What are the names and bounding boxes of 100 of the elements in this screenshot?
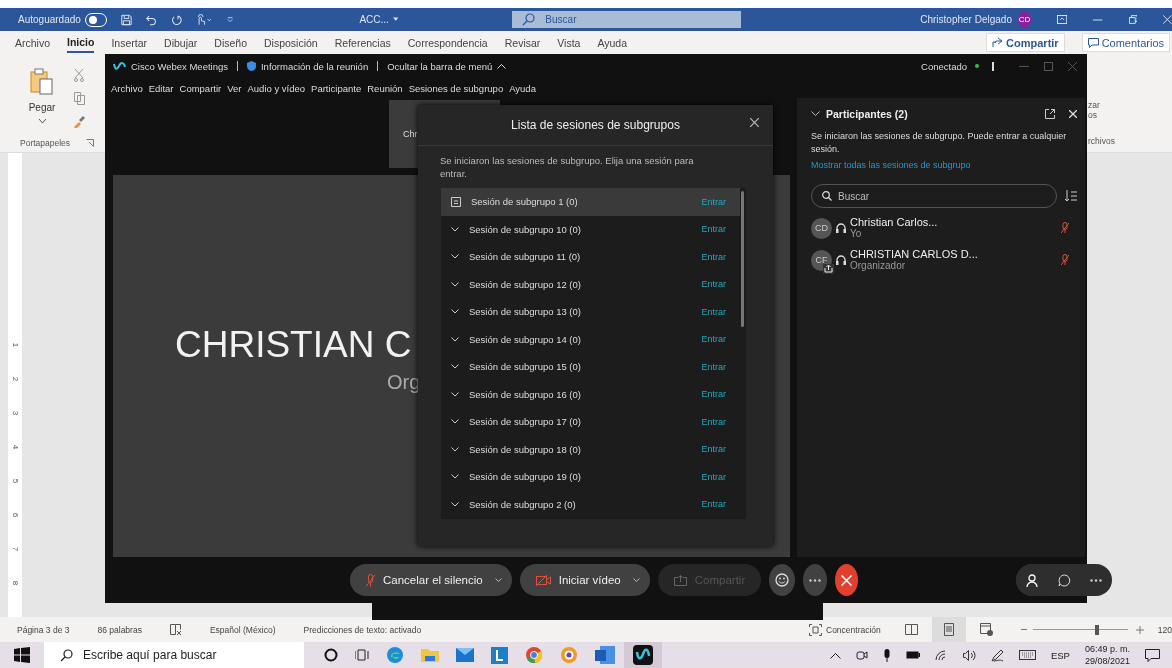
meeting-info-link[interactable]: Información de la reunión bbox=[261, 60, 369, 72]
minimize-icon[interactable] bbox=[1019, 65, 1029, 67]
focus-button[interactable]: Concentración bbox=[809, 623, 881, 636]
caret-icon[interactable] bbox=[38, 119, 46, 123]
show-sessions-link[interactable]: Mostrar todas las sesiones de subgrupo bbox=[811, 160, 1077, 170]
search-field[interactable]: Buscar bbox=[512, 11, 742, 28]
webex-taskbar-button[interactable] bbox=[624, 642, 662, 668]
format-painter-icon[interactable] bbox=[72, 115, 86, 128]
pop-out-icon[interactable] bbox=[1045, 109, 1055, 119]
session-row[interactable]: Sesión de subgrupo 12 (0) Entrar bbox=[441, 270, 740, 298]
browser-icon[interactable] bbox=[560, 646, 578, 664]
restore-icon[interactable] bbox=[1128, 14, 1138, 25]
pen-icon[interactable] bbox=[990, 648, 1004, 662]
chrome-icon[interactable] bbox=[525, 646, 543, 664]
session-row[interactable]: Sesión de subgrupo 13 (0) Entrar bbox=[441, 298, 740, 326]
chevron-down-icon[interactable] bbox=[811, 111, 820, 117]
session-row[interactable]: Sesión de subgrupo 16 (0) Entrar bbox=[441, 380, 740, 408]
language-indicator[interactable]: ESP bbox=[1050, 649, 1070, 661]
status-item[interactable]: Predicciones de texto: activado bbox=[303, 624, 422, 635]
reactions-button[interactable] bbox=[769, 564, 796, 596]
zoom-percent[interactable]: 120 bbox=[1157, 624, 1172, 635]
zoom-thumb[interactable] bbox=[1095, 624, 1100, 635]
ribbon-tab[interactable]: Diseño bbox=[214, 33, 247, 52]
ribbon-tab[interactable]: Referencias bbox=[334, 33, 391, 52]
cortana-icon[interactable] bbox=[324, 648, 338, 662]
menu-item[interactable]: Sesiones de subgrupo bbox=[408, 82, 504, 94]
status-item[interactable]: Página 3 de 3 bbox=[17, 624, 70, 635]
session-row[interactable]: Sesión de subgrupo 17 (0) Entrar bbox=[441, 408, 740, 436]
maximize-icon[interactable] bbox=[1044, 61, 1053, 71]
keyboard-icon[interactable] bbox=[1018, 650, 1036, 660]
taskbar-search-field[interactable]: Escribe aquí para buscar bbox=[44, 642, 304, 668]
volume-icon[interactable] bbox=[962, 649, 976, 661]
menu-item[interactable]: Editar bbox=[148, 82, 174, 94]
app-l-icon[interactable] bbox=[491, 646, 508, 664]
menu-item[interactable]: Reunión bbox=[367, 82, 403, 94]
session-row[interactable]: Sesión de subgrupo 14 (0) Entrar bbox=[441, 325, 740, 353]
web-layout-icon[interactable] bbox=[979, 623, 993, 636]
session-row[interactable]: Sesión de subgrupo 19 (0) Entrar bbox=[441, 463, 740, 491]
clock-time[interactable]: 06:49 p. m. bbox=[1084, 643, 1130, 655]
scrollbar[interactable] bbox=[741, 191, 744, 327]
hide-menu-link[interactable]: Ocultar la barra de menú bbox=[387, 60, 493, 72]
enter-link[interactable]: Entrar bbox=[701, 416, 726, 427]
session-row[interactable]: Sesión de subgrupo 15 (0) Entrar bbox=[441, 353, 740, 381]
session-row[interactable]: Sesión de subgrupo 1 (0) Entrar bbox=[441, 188, 740, 216]
customize-caret-icon[interactable] bbox=[227, 15, 234, 24]
sort-icon[interactable] bbox=[1065, 190, 1077, 202]
chevron-up-icon[interactable] bbox=[829, 651, 841, 659]
notifications-icon[interactable] bbox=[1145, 648, 1160, 662]
edge-icon[interactable] bbox=[386, 646, 404, 664]
ribbon-tab[interactable]: Inicio bbox=[67, 32, 95, 53]
enter-link[interactable]: Entrar bbox=[701, 389, 726, 400]
status-item[interactable]: 86 palabras bbox=[97, 624, 142, 635]
enter-link[interactable]: Entrar bbox=[701, 444, 726, 455]
enter-link[interactable]: Entrar bbox=[701, 306, 726, 317]
enter-link[interactable]: Entrar bbox=[701, 279, 726, 290]
video-button[interactable]: Iniciar vídeo bbox=[519, 564, 650, 596]
zoom-in-icon[interactable] bbox=[1135, 625, 1144, 634]
ribbon-tab[interactable]: Disposición bbox=[264, 33, 318, 52]
save-icon[interactable] bbox=[121, 12, 133, 27]
comments-button[interactable]: Comentarios bbox=[1081, 33, 1170, 52]
enter-link[interactable]: Entrar bbox=[701, 196, 726, 207]
touch-mode-icon[interactable] bbox=[196, 12, 214, 27]
meet-now-icon[interactable] bbox=[855, 649, 868, 661]
copy-icon[interactable] bbox=[73, 92, 85, 105]
document-name[interactable]: ACC... bbox=[359, 14, 389, 25]
mute-button[interactable]: Cancelar el silencio bbox=[350, 564, 512, 596]
ribbon-tab[interactable]: Insertar bbox=[111, 33, 148, 52]
menu-item[interactable]: Archivo bbox=[111, 82, 143, 94]
leave-meeting-button[interactable] bbox=[835, 564, 859, 596]
dialog-launcher-icon[interactable] bbox=[86, 139, 94, 147]
microphone-icon[interactable] bbox=[882, 648, 891, 662]
ribbon-tab[interactable]: Ayuda bbox=[597, 33, 628, 52]
session-row[interactable]: Sesión de subgrupo 2 (0) Entrar bbox=[441, 490, 740, 518]
proofing-icon[interactable] bbox=[169, 624, 182, 635]
ribbon-tab[interactable]: Correspondencia bbox=[407, 33, 488, 52]
clock-date[interactable]: 29/08/2021 bbox=[1084, 655, 1130, 667]
enter-link[interactable]: Entrar bbox=[701, 499, 726, 510]
print-layout-button[interactable] bbox=[931, 617, 966, 642]
paste-label[interactable]: Pegar bbox=[28, 102, 56, 113]
menu-item[interactable]: Ver bbox=[227, 82, 242, 94]
ribbon-tab[interactable]: Vista bbox=[557, 33, 581, 52]
read-mode-icon[interactable] bbox=[904, 624, 918, 635]
folder-icon[interactable] bbox=[421, 647, 439, 663]
word-icon[interactable] bbox=[595, 646, 615, 664]
ribbon-tab[interactable]: Revisar bbox=[504, 33, 541, 52]
ribbon-tab[interactable]: Dibujar bbox=[164, 33, 198, 52]
enter-link[interactable]: Entrar bbox=[701, 251, 726, 262]
user-avatar[interactable]: CD bbox=[1017, 11, 1032, 28]
menu-item[interactable]: Participante bbox=[311, 82, 362, 94]
session-row[interactable]: Sesión de subgrupo 10 (0) Entrar bbox=[441, 215, 740, 243]
more-button[interactable] bbox=[803, 564, 828, 596]
wifi-icon[interactable] bbox=[934, 649, 948, 661]
windows-start-icon[interactable] bbox=[14, 647, 30, 663]
enter-link[interactable]: Entrar bbox=[701, 334, 726, 345]
battery-icon[interactable] bbox=[905, 651, 920, 659]
enter-link[interactable]: Entrar bbox=[701, 224, 726, 235]
close-icon[interactable] bbox=[750, 118, 759, 127]
enter-link[interactable]: Entrar bbox=[701, 471, 726, 482]
ribbon-tab[interactable]: Archivo bbox=[15, 33, 50, 52]
task-view-icon[interactable] bbox=[355, 648, 369, 662]
